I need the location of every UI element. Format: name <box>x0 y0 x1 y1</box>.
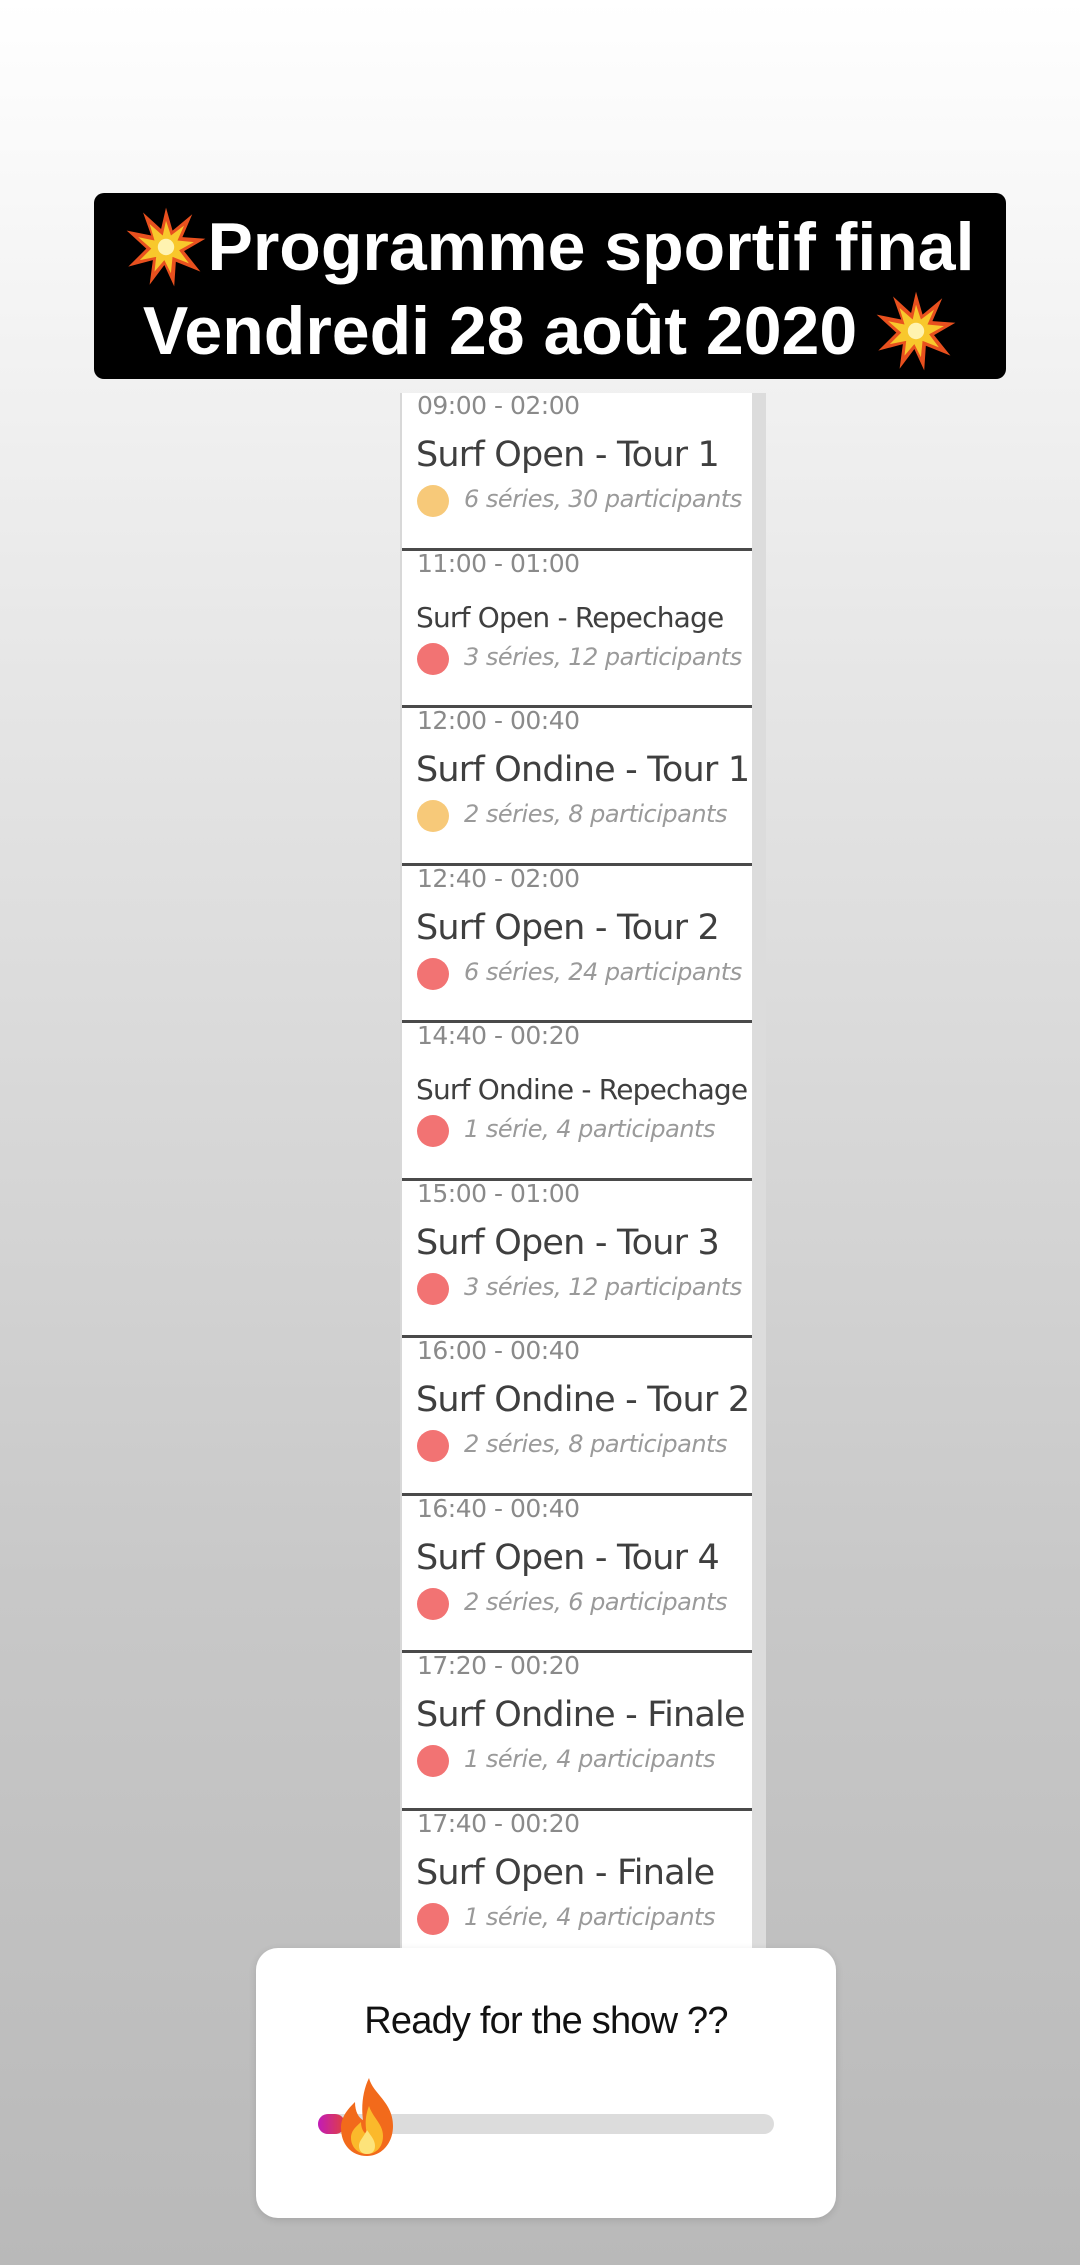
status-dot-icon <box>417 1587 449 1620</box>
event-details: 3 séries, 12 participants <box>464 642 742 671</box>
event-name: Surf Open - Finale <box>416 1852 715 1893</box>
event-details: 2 séries, 6 participants <box>464 1587 727 1616</box>
event-time: 15:00 - 01:00 <box>417 1178 580 1208</box>
poll-question: Ready for the show ?? <box>364 2000 728 2042</box>
explosion-burst-icon <box>876 291 956 371</box>
title-line-1: Programme sportif final <box>94 205 1006 289</box>
story-title-banner: Programme sportif final Vendredi 28 août… <box>94 193 1006 379</box>
event-time: 12:40 - 02:00 <box>417 863 580 893</box>
event-details: 6 séries, 24 participants <box>464 957 742 986</box>
event-details: 2 séries, 8 participants <box>464 1430 727 1458</box>
status-dot-icon <box>417 1115 449 1147</box>
schedule-event[interactable]: 12:00 - 00:40 Surf Ondine - Tour 1 2 série… <box>402 706 752 866</box>
fire-icon[interactable] <box>333 2076 403 2158</box>
schedule-event[interactable]: 16:00 - 00:40 Surf Ondine - Tour 2 2 série… <box>402 1336 752 1496</box>
event-details: 1 série, 4 participants <box>464 1902 715 1931</box>
event-name: Surf Open - Tour 1 <box>416 435 720 475</box>
event-time: 09:00 - 02:00 <box>417 393 580 420</box>
event-time: 12:00 - 00:40 <box>417 706 580 735</box>
event-name: Surf Open - Tour 4 <box>416 1537 720 1578</box>
event-name: Surf Open - Tour 3 <box>416 1222 720 1263</box>
event-details: 6 séries, 30 participants <box>464 485 742 513</box>
status-dot-icon <box>417 485 449 517</box>
status-dot-icon <box>417 1745 449 1777</box>
title-text-line-1: Programme sportif final <box>207 209 975 285</box>
schedule-event[interactable]: 14:40 - 00:20 Surf Ondine - Repechage 1 sé… <box>402 1021 752 1181</box>
event-name: Surf Ondine - Tour 2 <box>416 1380 750 1420</box>
event-details: 1 série, 4 participants <box>464 1745 715 1773</box>
event-name: Surf Ondine - Repechage <box>416 1073 748 1106</box>
event-time: 17:20 - 00:20 <box>417 1651 580 1680</box>
event-name: Surf Ondine - Finale <box>416 1695 746 1735</box>
event-time: 16:40 - 00:40 <box>417 1493 580 1523</box>
status-dot-icon <box>417 1272 449 1305</box>
explosion-burst-icon <box>127 207 206 287</box>
schedule-event[interactable]: 17:20 - 00:20 Surf Ondine - Finale 1 série… <box>402 1651 752 1811</box>
schedule-event[interactable]: 12:40 - 02:00 Surf Open - Tour 2 6 séries,… <box>402 863 752 1023</box>
status-dot-icon <box>417 642 449 675</box>
status-dot-icon <box>417 800 449 832</box>
schedule-event[interactable]: 09:00 - 02:00 Surf Open - Tour 1 6 séries,… <box>402 393 752 551</box>
title-text-line-2: Vendredi 28 août 2020 <box>142 293 858 369</box>
schedule-event[interactable]: 11:00 - 01:00 Surf Open - Repechage 3 séri… <box>402 548 752 708</box>
status-dot-icon <box>417 1902 449 1935</box>
event-time: 16:00 - 00:40 <box>417 1336 580 1365</box>
event-time: 17:40 - 00:20 <box>417 1808 580 1838</box>
event-name: Surf Open - Tour 2 <box>416 907 720 948</box>
schedule-event[interactable]: 15:00 - 01:00 Surf Open - Tour 3 3 séries,… <box>402 1178 752 1338</box>
schedule-list: 09:00 - 02:00 Surf Open - Tour 1 6 séries,… <box>400 393 766 1953</box>
slider-track[interactable] <box>318 2078 774 2156</box>
event-details: 1 série, 4 participants <box>464 1115 715 1143</box>
status-dot-icon <box>417 957 449 990</box>
status-dot-icon <box>417 1430 449 1462</box>
event-name: Surf Open - Repechage <box>416 600 724 634</box>
event-time: 11:00 - 01:00 <box>417 548 580 578</box>
emoji-slider-poll[interactable]: Ready for the show ?? <box>256 1948 836 2218</box>
event-time: 14:40 - 00:20 <box>417 1021 580 1050</box>
event-name: Surf Ondine - Tour 1 <box>416 750 750 790</box>
event-details: 2 séries, 8 participants <box>464 800 727 828</box>
title-line-2: Vendredi 28 août 2020 <box>94 289 1006 373</box>
event-details: 3 séries, 12 participants <box>464 1272 742 1301</box>
schedule-event[interactable]: 17:40 - 00:20 Surf Open - Finale 1 série, … <box>402 1808 752 1954</box>
schedule-event[interactable]: 16:40 - 00:40 Surf Open - Tour 4 2 séries,… <box>402 1493 752 1653</box>
